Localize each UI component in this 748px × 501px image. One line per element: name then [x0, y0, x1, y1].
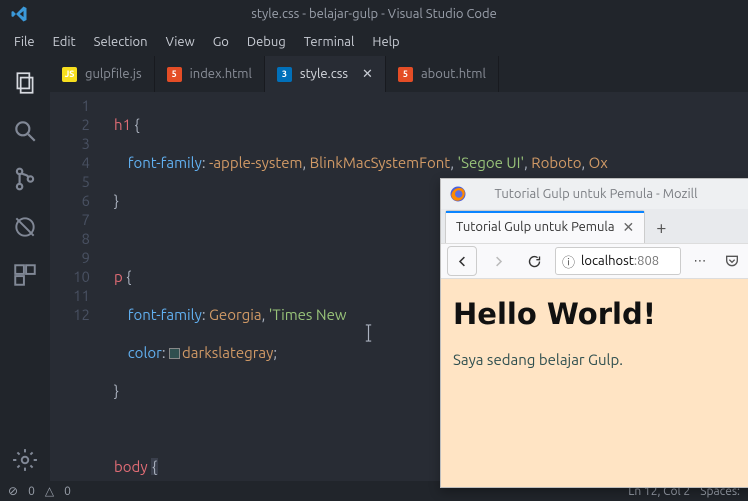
tab-about-html[interactable]: 5 about.html [386, 56, 499, 92]
url-rest: :808 [634, 254, 659, 268]
tab-gulpfile[interactable]: JS gulpfile.js [50, 56, 155, 92]
close-tab-icon[interactable]: ✕ [623, 219, 635, 236]
activity-extensions-icon[interactable] [0, 254, 50, 296]
menu-bar: File Edit Selection View Go Debug Termin… [0, 28, 748, 56]
html-file-icon: 5 [167, 67, 182, 82]
page-paragraph: Saya sedang belajar Gulp. [453, 351, 739, 368]
tab-label: style.css [300, 67, 348, 81]
close-tab-icon[interactable]: ✕ [362, 67, 373, 82]
new-tab-button[interactable]: + [645, 213, 677, 243]
tab-label: gulpfile.js [85, 67, 142, 81]
window-title: style.css - belajar-gulp - Visual Studio… [0, 7, 748, 21]
menu-terminal[interactable]: Terminal [296, 32, 363, 52]
site-info-icon[interactable]: ⓘ [562, 252, 575, 271]
firefox-page-content: Hello World! Saya sedang belajar Gulp. [441, 279, 748, 487]
activity-bar [0, 56, 50, 481]
vscode-logo-icon [10, 5, 28, 23]
tab-label: index.html [190, 67, 252, 81]
firefox-window[interactable]: Tutorial Gulp untuk Pemula - Mozill Tuto… [440, 178, 748, 488]
menu-view[interactable]: View [158, 32, 203, 52]
firefox-tab-label: Tutorial Gulp untuk Pemula [456, 220, 615, 234]
page-actions-icon[interactable]: ⋯ [687, 248, 713, 274]
page-heading: Hello World! [453, 297, 739, 331]
text-cursor-icon [364, 324, 373, 342]
menu-go[interactable]: Go [205, 32, 237, 52]
vscode-titlebar: style.css - belajar-gulp - Visual Studio… [0, 0, 748, 28]
activity-search-icon[interactable] [0, 110, 50, 152]
tab-label: about.html [421, 67, 486, 81]
firefox-tab[interactable]: Tutorial Gulp untuk Pemula ✕ [445, 210, 645, 243]
status-warnings[interactable]: 0 [64, 485, 71, 498]
status-errors-icon[interactable]: ⊘ [8, 484, 18, 498]
status-warnings-icon[interactable]: △ [45, 484, 54, 498]
editor-tabs: JSgulpfile.js 5index.html 3style.css✕ 5a… [50, 56, 748, 92]
tab-index-html[interactable]: 5 index.html [155, 56, 265, 92]
firefox-logo-icon [449, 185, 467, 203]
nav-back-button[interactable] [447, 246, 477, 276]
html-file-icon: 5 [398, 67, 413, 82]
menu-debug[interactable]: Debug [239, 32, 294, 52]
menu-help[interactable]: Help [364, 32, 407, 52]
status-errors[interactable]: 0 [28, 485, 35, 498]
firefox-window-title: Tutorial Gulp untuk Pemula - Mozill [441, 187, 748, 201]
menu-file[interactable]: File [6, 32, 43, 52]
css-file-icon: 3 [277, 67, 292, 82]
firefox-tab-strip: Tutorial Gulp untuk Pemula ✕ + [441, 209, 748, 243]
color-swatch [169, 348, 180, 359]
js-file-icon: JS [62, 67, 77, 82]
activity-git-icon[interactable] [0, 158, 50, 200]
nav-reload-button[interactable] [519, 246, 549, 276]
url-host: localhost [581, 254, 634, 268]
nav-forward-button[interactable] [483, 246, 513, 276]
pocket-icon[interactable] [719, 248, 745, 274]
activity-debug-icon[interactable] [0, 206, 50, 248]
url-bar[interactable]: ⓘ localhost:808 [555, 247, 681, 275]
line-gutter: 123456789101112 [50, 92, 106, 481]
firefox-titlebar[interactable]: Tutorial Gulp untuk Pemula - Mozill [441, 179, 748, 209]
activity-settings-icon[interactable] [0, 439, 50, 481]
tab-style-css[interactable]: 3 style.css ✕ [265, 56, 386, 92]
menu-edit[interactable]: Edit [45, 32, 84, 52]
activity-explorer-icon[interactable] [0, 62, 50, 104]
menu-selection[interactable]: Selection [86, 32, 156, 52]
firefox-toolbar: ⓘ localhost:808 ⋯ [441, 243, 748, 279]
